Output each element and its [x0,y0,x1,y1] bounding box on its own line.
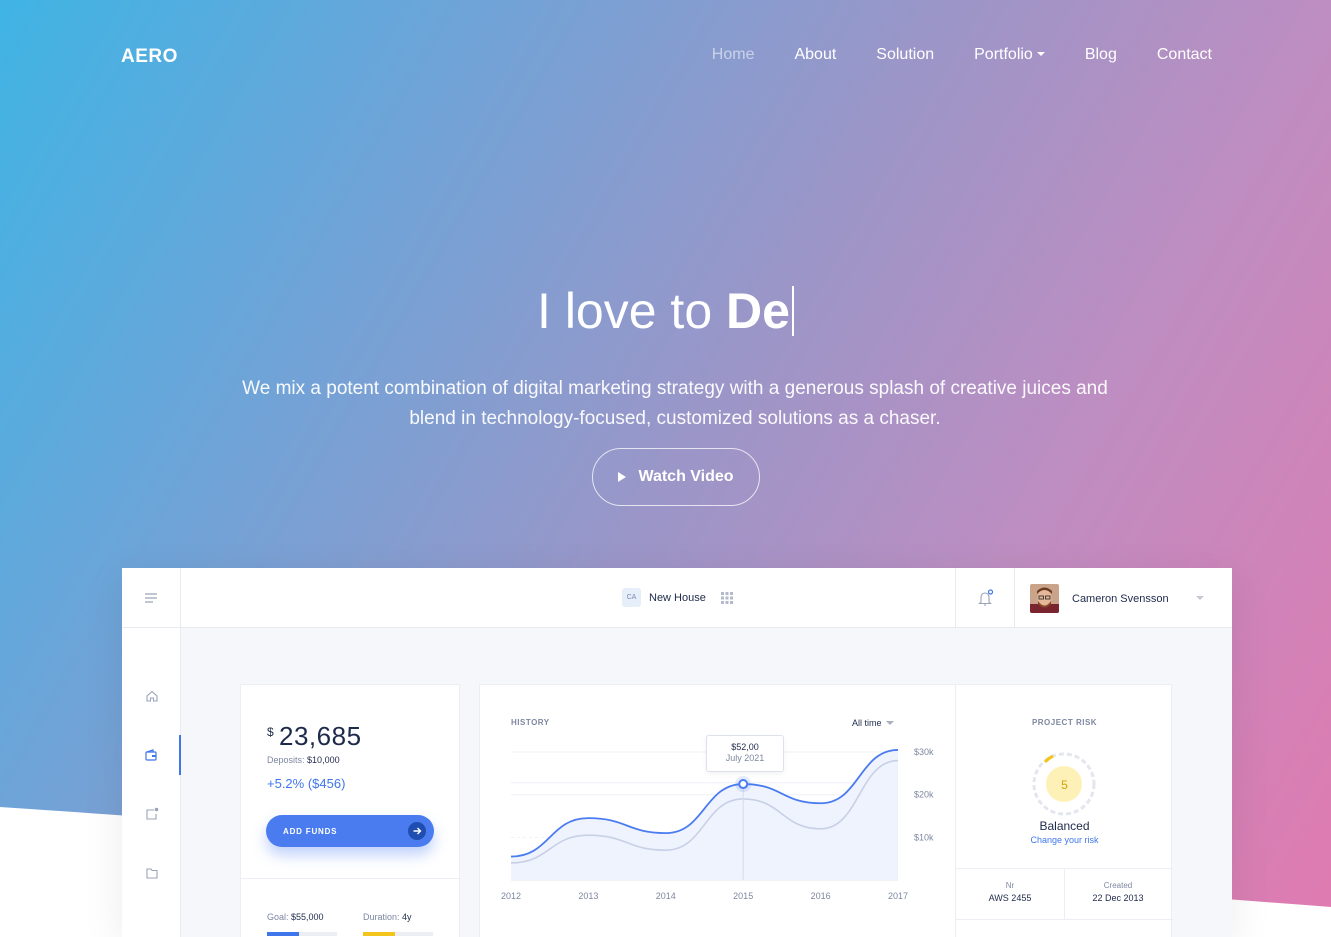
sidebar-item-home[interactable] [122,676,181,716]
wallet-icon [144,749,157,761]
share-icon [145,807,158,820]
currency-symbol: $ [267,725,274,739]
tooltip-value: $52,00 [731,742,759,752]
sidebar-item-folder[interactable] [122,853,181,893]
duration-progress-bar [363,932,433,936]
nav-about[interactable]: About [794,46,836,64]
project-name: New House [649,591,706,604]
area-fill [511,749,898,880]
avatar [1030,584,1059,613]
created-cell: Created 22 Dec 2013 [1064,881,1172,903]
menu-button[interactable] [122,568,181,628]
dashboard-topbar: CA New House Cameron Svensson [122,568,1232,628]
risk-score: 5 [1061,778,1068,792]
headline-typed-word: De [726,283,790,339]
goal: Goal: $55,000 [267,912,324,922]
duration-progress-fill [363,932,395,936]
bell-icon [978,589,994,606]
play-icon [618,472,627,482]
nav-portfolio[interactable]: Portfolio [974,46,1045,64]
chevron-down-icon [885,721,894,725]
y-tick-label: $30k [914,747,934,757]
main-nav: Home About Solution Portfolio Blog Conta… [712,46,1212,64]
project-switcher[interactable]: CA New House [622,588,734,607]
y-tick-label: $20k [914,790,934,800]
divider [241,878,461,879]
goal-label: Goal: [267,912,289,922]
chevron-down-icon [1036,52,1045,56]
notifications-button[interactable] [955,568,1015,628]
risk-label: Balanced [1039,819,1090,833]
deposits: Deposits: $10,000 [267,755,340,765]
nr-cell: Nr AWS 2455 [956,881,1064,903]
user-menu[interactable]: Cameron Svensson [1030,584,1169,613]
goal-value: $55,000 [291,912,324,922]
tooltip-date: July 2021 [725,753,765,763]
nr-value: AWS 2455 [988,893,1032,903]
apps-grid-icon[interactable] [720,591,734,605]
history-title: HISTORY [511,718,550,727]
time-filter-label: All time [852,718,882,728]
hero-headline: I love to De [0,282,1331,340]
x-tick-label: 2017 [888,891,908,901]
menu-icon [145,593,157,603]
balance-card: $ 23,685 Deposits: $10,000 +5.2% ($456) … [240,684,461,937]
balance-change: +5.2% ($456) [267,776,346,791]
dashboard-preview: CA New House Cameron Svensson $ 23,685 D… [122,568,1232,937]
created-value: 22 Dec 2013 [1092,893,1144,903]
typing-cursor [791,286,794,336]
add-funds-button[interactable]: ADD FUNDS [266,815,434,847]
change-risk-link[interactable]: Change your risk [956,835,1173,845]
folder-icon [145,868,158,879]
goal-progress-bar [267,932,337,936]
project-risk-card: PROJECT RISK 5 Balanced Change your risk… [955,684,1173,937]
time-filter-dropdown[interactable]: All time [852,718,894,728]
chart-tooltip: $52,00 July 2021 [706,735,784,772]
balance-amount: 23,685 [279,721,362,751]
x-tick-label: 2014 [656,891,676,901]
brand-logo[interactable]: AERO [121,46,178,68]
hero-subtitle: We mix a potent combination of digital m… [242,378,1108,429]
dashboard-sidebar [122,628,181,937]
nav-contact[interactable]: Contact [1157,46,1212,64]
watch-video-label: Watch Video [638,468,734,485]
divider [956,919,1173,920]
chevron-down-icon[interactable] [1196,596,1204,600]
data-point [738,779,749,790]
headline-light: I love to [537,283,713,339]
nav-solution[interactable]: Solution [876,46,934,64]
duration: Duration: 4y [363,912,412,922]
project-badge: CA [622,588,641,607]
x-tick-label: 2012 [501,891,521,901]
risk-title: PROJECT RISK [1031,718,1098,727]
deposits-value: $10,000 [307,755,340,765]
x-tick-label: 2016 [811,891,831,901]
nav-blog[interactable]: Blog [1085,46,1117,64]
add-funds-label: ADD FUNDS [283,826,338,836]
duration-value: 4y [402,912,412,922]
watch-video-button[interactable]: Watch Video [592,448,760,506]
nr-label: Nr [1005,881,1015,890]
nav-portfolio-label: Portfolio [974,46,1033,63]
sidebar-item-wallet[interactable] [122,735,181,775]
sidebar-item-share[interactable] [122,794,181,834]
duration-label: Duration: [363,912,400,922]
goal-progress-fill [267,932,299,936]
y-tick-label: $10k [914,832,934,842]
home-icon [145,690,158,702]
deposits-label: Deposits: [267,755,305,765]
created-label: Created [1103,881,1133,890]
user-name: Cameron Svensson [1072,592,1169,605]
nav-home[interactable]: Home [712,46,755,64]
arrow-right-icon [408,822,426,840]
x-tick-label: 2015 [733,891,753,901]
x-tick-label: 2013 [578,891,598,901]
history-card: 2012 2013 2014 2015 2016 2017 $10k $20k $30k HIS… [479,684,955,937]
